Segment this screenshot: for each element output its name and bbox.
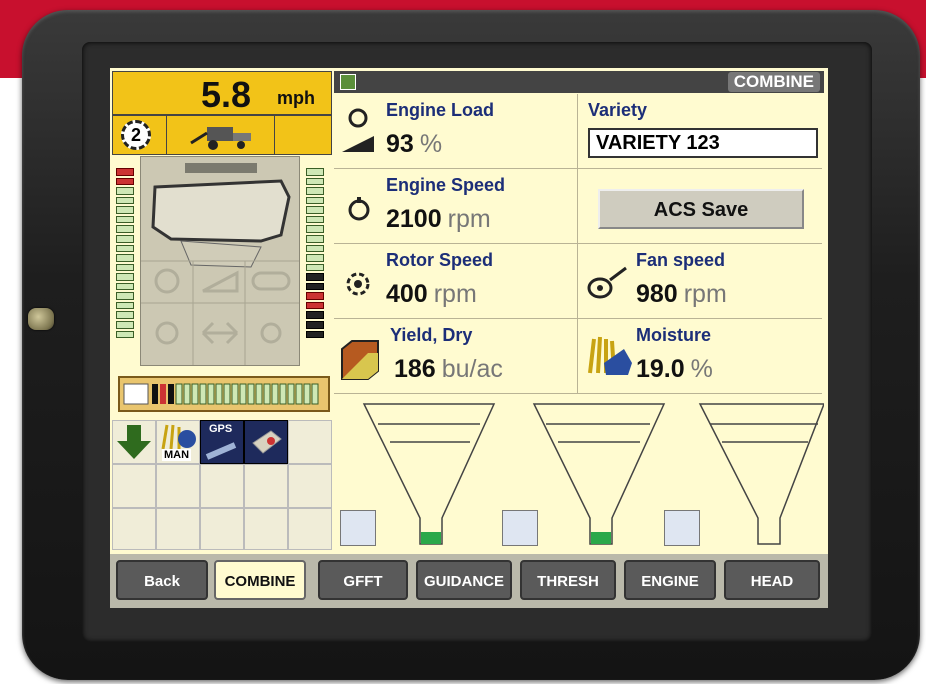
engine-speed-cell[interactable]: Engine Speed 2100 rpm [334,169,578,244]
moisture-icon [161,424,196,450]
rotor-adjust-icon[interactable] [340,510,376,546]
check-icon[interactable] [340,74,356,90]
yield-dry-cell[interactable]: Yield, Dry 186 bu/ac [334,319,578,394]
engine-icon [348,197,370,221]
yield-dry-value: 186 bu/ac [394,355,503,383]
data-grid: Engine Load 93% Variety VARIETY 123 Engi… [334,94,824,398]
engine-load-label: Engine Load [386,100,494,120]
arrow-down-tile[interactable] [112,420,156,464]
fill-bar-icon [123,383,319,405]
empty-tile[interactable] [288,420,332,464]
page-header: COMBINE [334,71,824,93]
arrow-down-icon [117,425,151,459]
page-title: COMBINE [727,72,820,92]
gear-number: 2 [130,125,141,145]
speed-value: 5.8 [201,74,252,115]
rotor-icon [346,272,370,296]
fan-icon [587,266,627,299]
moisture-cell[interactable]: Moisture 19.0% [578,319,822,394]
tab-back[interactable]: Back [116,560,208,600]
bottom-tab-bar: Back COMBINE GFFT GUIDANCE THRESH ENGINE… [110,554,828,608]
tab-head[interactable]: HEAD [724,560,820,600]
acs-save-button[interactable]: ACS Save [598,189,804,229]
gps-icon [205,442,237,460]
moisture-icon [588,336,632,375]
empty-tile[interactable] [112,464,156,508]
empty-tile[interactable] [200,508,244,550]
sieve-adjust-icon[interactable] [502,510,538,546]
status-led [28,308,54,330]
right-level-gauge [306,168,324,339]
yield-dry-label: Yield, Dry [390,325,473,345]
rotor-speed-cell[interactable]: Rotor Speed 400 rpm [334,244,578,319]
empty-tile[interactable] [156,464,200,508]
engine-speed-value: 2100 rpm [386,205,491,233]
engine-speed-label: Engine Speed [386,175,506,195]
fan-adjust-icon[interactable] [664,510,700,546]
book-icon [252,430,282,454]
empty-tile[interactable] [288,508,332,550]
tab-thresh[interactable]: THRESH [520,560,616,600]
combine-icon [190,127,251,150]
engine-load-value: 93% [386,130,443,158]
acs-save-cell: ACS Save [578,169,822,244]
empty-tile[interactable] [200,464,244,508]
moisture-label: Moisture [636,325,712,345]
fan-speed-label: Fan speed [636,250,726,270]
rotor-speed-value: 400 rpm [386,280,477,308]
empty-tile[interactable] [156,508,200,550]
tab-engine[interactable]: ENGINE [624,560,716,600]
combine-schematic-icon [141,163,299,365]
variety-cell[interactable]: Variety VARIETY 123 [578,94,822,169]
yield-icon [341,340,379,380]
speed-readout: 5.8 mph [112,71,332,115]
fan-speed-cell[interactable]: Fan speed 980 rpm [578,244,822,319]
fill-level-bar [118,376,330,412]
tab-gfft[interactable]: GFFT [318,560,408,600]
variety-label: Variety [588,100,648,120]
status-empty-cell[interactable] [275,116,333,154]
status-row: 2 [112,115,332,155]
gear-indicator[interactable]: 2 [113,116,167,154]
machine-mode[interactable] [167,116,275,154]
engine-load-icon [342,108,374,152]
left-level-gauge [116,168,134,339]
gps-label: GPS [209,423,233,435]
man-label: MAN [162,449,192,461]
variety-field[interactable]: VARIETY 123 [588,128,818,158]
funnel-graphics [362,403,826,545]
gear-icon: 2 [121,120,151,150]
engine-load-cell[interactable]: Engine Load 93% [334,94,578,169]
gps-tile[interactable]: GPS [200,420,244,464]
tab-combine[interactable]: COMBINE [214,560,306,600]
empty-tile[interactable] [112,508,156,550]
speed-unit: mph [277,88,315,108]
rotor-speed-label: Rotor Speed [386,250,494,270]
empty-tile[interactable] [244,508,288,550]
empty-tile[interactable] [288,464,332,508]
fan-speed-value: 980 rpm [636,280,727,308]
empty-tile[interactable] [244,464,288,508]
tab-guidance[interactable]: GUIDANCE [416,560,512,600]
screen: 5.8 mph 2 MAN GPS COMBINE Engine Load 93… [110,68,828,608]
moisture-manual-tile[interactable]: MAN [156,420,200,464]
book-tile[interactable] [244,420,288,464]
shortcut-tiles: MAN GPS [112,420,332,550]
combine-diagram[interactable] [140,156,300,366]
loss-monitor-funnels [334,398,826,556]
moisture-value: 19.0% [636,355,713,383]
